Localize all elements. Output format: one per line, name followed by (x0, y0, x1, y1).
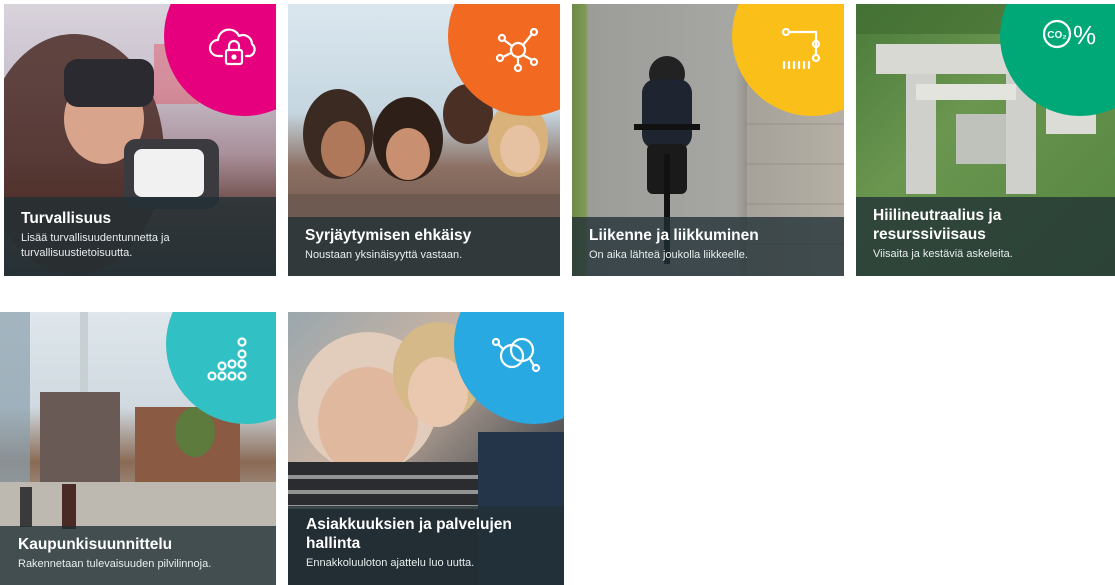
card-title: Syrjäytymisen ehkäisy (305, 227, 472, 244)
card-description: Rakennetaan tulevaisuuden pilvilinnoja. (18, 558, 212, 570)
card-caption: Liikenne ja liikkuminen On aika lähteä j… (572, 217, 844, 276)
card-description: On aika lähteä joukolla liikkeelle. (589, 249, 748, 261)
co2-percent-icon: CO₂ % (1042, 19, 1096, 50)
card-description: Viisaita ja kestäviä askeleita. (873, 248, 1013, 260)
card-syrjaytymisen-ehkaisy[interactable]: Syrjäytymisen ehkäisy Noustaan yksinäisy… (288, 4, 560, 276)
card-kaupunkisuunnittelu[interactable]: Kaupunkisuunnittelu Rakennetaan tulevais… (0, 312, 276, 585)
card-turvallisuus[interactable]: Turvallisuus Lisää turvallisuudentunnett… (4, 4, 276, 276)
card-title: Kaupunkisuunnittelu (18, 536, 173, 553)
percent-label: % (1073, 20, 1096, 50)
card-caption: Kaupunkisuunnittelu Rakennetaan tulevais… (0, 526, 276, 585)
card-description: Ennakkoluuloton ajattelu luo uutta. (306, 557, 475, 569)
card-caption: Asiakkuuksien ja palvelujen hallinta Enn… (288, 506, 564, 585)
card-title: Asiakkuuksien ja palvelujen hallinta (306, 516, 512, 552)
linked-circles-icon (491, 337, 541, 373)
card-description: Noustaan yksinäisyyttä vastaan. (305, 249, 463, 261)
route-icon (781, 27, 821, 70)
card-liikenne-ja-liikkuminen[interactable]: Liikenne ja liikkuminen On aika lähteä j… (572, 4, 844, 276)
card-title: Hiilineutraalius ja resurssiviisaus (873, 207, 1002, 243)
card-hiilineutraalius[interactable]: CO₂ % Hiilineutraalius ja resurssiviisau… (856, 4, 1115, 276)
card-caption: Syrjäytymisen ehkäisy Noustaan yksinäisy… (288, 217, 560, 276)
card-description: Lisää turvallisuudentunnetta ja turvalli… (21, 232, 170, 259)
network-node-icon (495, 27, 539, 73)
cloud-lock-icon (208, 28, 256, 66)
card-title: Liikenne ja liikkuminen (589, 227, 759, 244)
card-caption: Turvallisuus Lisää turvallisuudentunnett… (4, 197, 276, 276)
card-caption: Hiilineutraalius ja resurssiviisaus Viis… (856, 197, 1115, 276)
co2-label: CO₂ (1047, 30, 1066, 41)
card-asiakkuuksien-hallinta[interactable]: Asiakkuuksien ja palvelujen hallinta Enn… (288, 312, 564, 585)
dots-pyramid-icon (207, 337, 247, 381)
card-title: Turvallisuus (21, 210, 112, 227)
